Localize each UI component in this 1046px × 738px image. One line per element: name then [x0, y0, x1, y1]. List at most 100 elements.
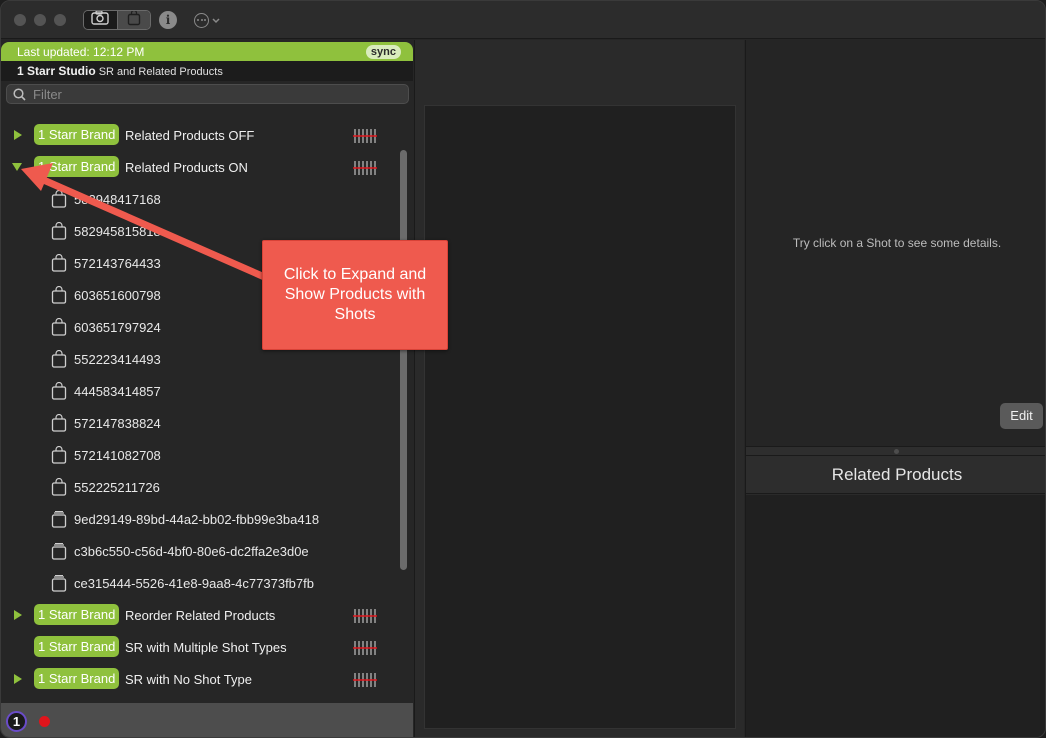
annotation-callout: Click to Expand and Show Products with S… [262, 240, 448, 350]
group-row-sr-no-shot-type[interactable]: 1 Starr Brand SR with No Shot Type [1, 664, 399, 696]
minimize-window-button[interactable] [34, 14, 46, 26]
details-hint-text: Try click on a Shot to see some details. [792, 236, 1002, 250]
app-window: i Last updated: 12:12 PM sync 1 Starr St… [0, 0, 1046, 738]
barcode-icon [353, 608, 377, 629]
more-menu-button[interactable] [194, 11, 220, 29]
group-row-related-products-on[interactable]: 1 Starr Brand Related Products ON [1, 152, 399, 184]
barcode-icon [353, 640, 377, 661]
product-id: 552223414493 [74, 352, 161, 367]
product-bag-icon [51, 253, 67, 277]
product-id: 582948417168 [74, 192, 161, 207]
studio-tree-list: 1 Starr Brand Related Products OFF 1 Sta… [1, 120, 399, 705]
product-id: 552225211726 [74, 480, 160, 495]
zoom-window-button[interactable] [54, 14, 66, 26]
shots-view-button[interactable] [84, 11, 117, 29]
disclosure-triangle-expanded-icon[interactable] [12, 163, 22, 171]
sidebar: Last updated: 12:12 PM sync 1 Starr Stud… [1, 40, 413, 737]
group-title: Reorder Related Products [125, 608, 276, 623]
edit-button[interactable]: Edit [1000, 403, 1043, 429]
disclosure-triangle-icon[interactable] [14, 130, 22, 140]
product-row[interactable]: c3b6c550-c56d-4bf0-80e6-dc2ffa2e3d0e [1, 536, 399, 568]
sidebar-scrollbar[interactable] [399, 150, 409, 570]
inspector-panel: Try click on a Shot to see some details.… [745, 40, 1045, 737]
info-icon: i [165, 13, 171, 27]
product-id: 9ed29149-89bd-44a2-bb02-fbb99e3ba418 [74, 512, 320, 527]
group-row-related-products-off[interactable]: 1 Starr Brand Related Products OFF [1, 120, 399, 152]
product-bag-icon [51, 477, 67, 501]
sync-button[interactable]: sync [365, 45, 401, 59]
disclosure-triangle-icon[interactable] [14, 610, 22, 620]
product-bag-icon [51, 285, 67, 309]
disclosure-triangle-icon[interactable] [14, 674, 22, 684]
barcode-icon [353, 672, 377, 693]
product-id: 572141082708 [74, 448, 161, 463]
group-title: Related Products OFF [125, 128, 255, 143]
brand-badge: 1 Starr Brand [34, 604, 120, 625]
product-row[interactable]: 582948417168 [1, 184, 399, 216]
last-updated-text: Last updated: 12:12 PM [17, 45, 145, 59]
product-bag-icon [51, 413, 67, 437]
brand-badge: 1 Starr Brand [34, 668, 120, 689]
group-row-reorder-related-products[interactable]: 1 Starr Brand Reorder Related Products [1, 600, 399, 632]
product-id: 572147838824 [74, 416, 161, 431]
filter-field[interactable] [6, 84, 409, 104]
ellipsis-circle-icon [194, 12, 209, 28]
studio-subtitle: SR and Related Products [98, 66, 223, 78]
related-products-list[interactable] [746, 495, 1045, 737]
shopping-bag-icon [127, 11, 141, 29]
product-id: 572143764433 [74, 256, 161, 271]
studio-name: 1 Starr Studio SR and Related Products [17, 64, 223, 78]
scrollbar-thumb[interactable] [400, 150, 407, 570]
search-icon [13, 88, 26, 106]
group-title: Related Products ON [125, 160, 248, 175]
product-bag-icon [51, 445, 67, 469]
brand-badge: 1 Starr Brand [34, 124, 120, 145]
products-view-button[interactable] [116, 11, 150, 29]
barcode-icon [353, 160, 377, 181]
close-window-button[interactable] [14, 14, 26, 26]
group-title: SR with No Shot Type [125, 672, 252, 687]
panel-splitter[interactable] [746, 446, 1045, 456]
product-id: 582945815818 [74, 224, 161, 239]
product-bag-icon [51, 189, 67, 213]
product-bag-icon [51, 317, 67, 341]
info-button[interactable]: i [159, 11, 177, 29]
product-row[interactable]: 552225211726 [1, 472, 399, 504]
group-row-sr-multiple-shot-types[interactable]: 1 Starr Brand SR with Multiple Shot Type… [1, 632, 399, 664]
product-id: 603651600798 [74, 288, 161, 303]
splitter-handle-icon [894, 449, 899, 454]
product-id: c3b6c550-c56d-4bf0-80e6-dc2ffa2e3d0e [74, 544, 309, 559]
product-row[interactable]: 572141082708 [1, 440, 399, 472]
product-row[interactable]: 9ed29149-89bd-44a2-bb02-fbb99e3ba418 [1, 504, 399, 536]
product-id: 444583414857 [74, 384, 161, 399]
camera-icon [90, 11, 110, 29]
product-id: ce315444-5526-41e8-9aa8-4c77373fb7fb [74, 576, 314, 591]
shot-details: Try click on a Shot to see some details.… [746, 40, 1045, 446]
title-bar: i [1, 1, 1045, 39]
product-bag-icon [51, 349, 67, 373]
brand-badge: 1 Starr Brand [34, 156, 120, 177]
shots-grid[interactable] [424, 105, 736, 729]
related-products-header: Related Products [746, 456, 1045, 494]
shots-panel [414, 40, 744, 737]
product-bag-icon [51, 381, 67, 405]
product-row[interactable]: 572147838824 [1, 408, 399, 440]
product-id: 603651797924 [74, 320, 161, 335]
product-row[interactable]: 444583414857 [1, 376, 399, 408]
sync-status-bar: Last updated: 12:12 PM sync [1, 42, 413, 61]
sidebar-bottom-bar: 1 [1, 703, 413, 737]
stack-bag-icon [51, 574, 67, 597]
barcode-icon [353, 128, 377, 149]
studio-header: 1 Starr Studio SR and Related Products [1, 61, 413, 81]
filter-input[interactable] [33, 86, 393, 102]
record-indicator-icon[interactable] [39, 716, 50, 727]
chevron-down-icon [212, 11, 220, 29]
product-bag-icon [51, 221, 67, 245]
product-row[interactable]: ce315444-5526-41e8-9aa8-4c77373fb7fb [1, 568, 399, 600]
view-segmented-control [83, 10, 151, 30]
app-logo-icon[interactable]: 1 [6, 711, 27, 732]
brand-badge: 1 Starr Brand [34, 636, 120, 657]
stack-bag-icon [51, 510, 67, 533]
stack-bag-icon [51, 542, 67, 565]
group-title: SR with Multiple Shot Types [125, 640, 287, 655]
